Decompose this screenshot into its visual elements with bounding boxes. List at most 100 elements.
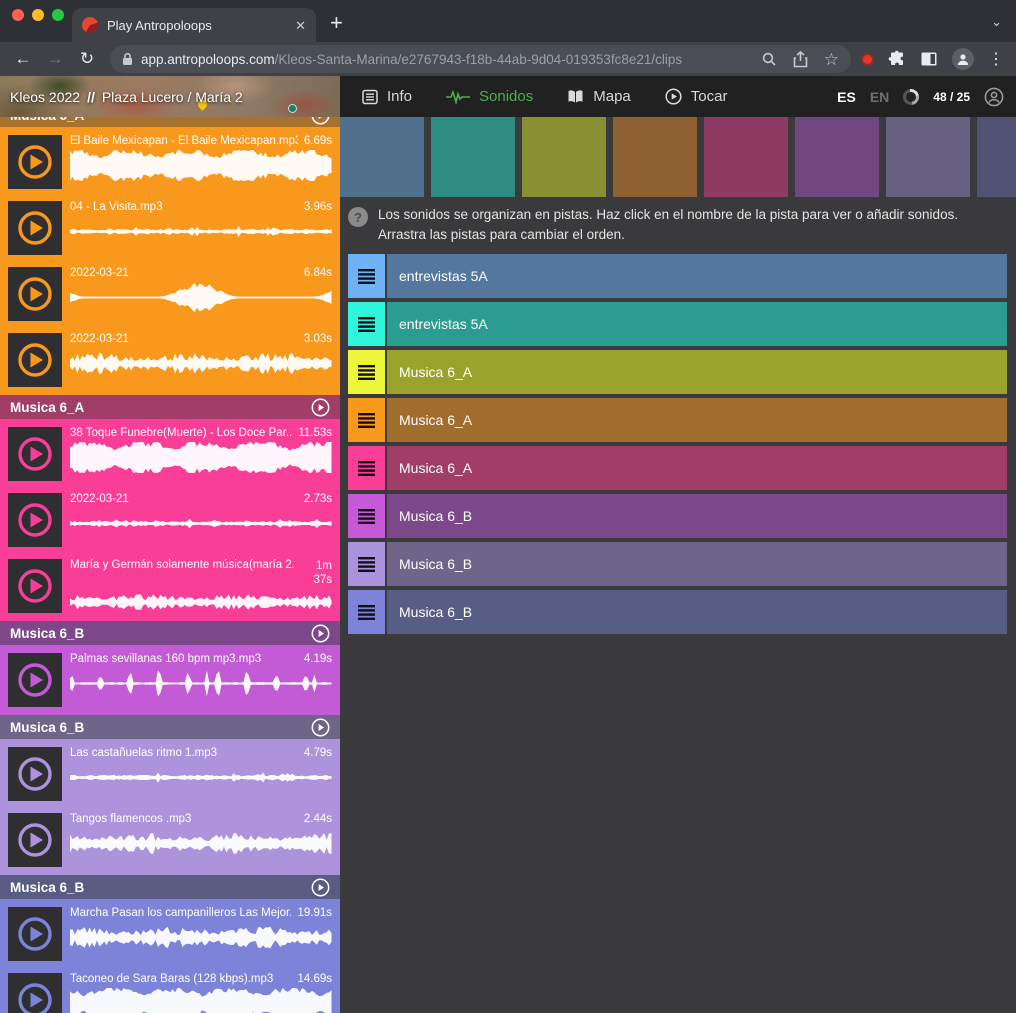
- track-drag-handle[interactable]: [348, 446, 385, 490]
- track-drag-handle[interactable]: [348, 350, 385, 394]
- track-section-header[interactable]: Musica 6_B: [0, 875, 340, 899]
- recording-indicator-icon[interactable]: [861, 53, 874, 66]
- tab-sonidos[interactable]: Sonidos: [446, 88, 533, 105]
- close-window-button[interactable]: [12, 9, 24, 21]
- track-name-button[interactable]: Musica 6_A: [387, 398, 1007, 442]
- track-row[interactable]: Musica 6_A: [348, 398, 1007, 442]
- clip-waveform: [70, 348, 332, 379]
- clip-item[interactable]: 2022-03-21 3.03s: [0, 327, 340, 393]
- browser-tab[interactable]: Play Antropoloops ✕: [72, 8, 316, 42]
- track-drag-handle[interactable]: [348, 590, 385, 634]
- track-row[interactable]: Musica 6_B: [348, 542, 1007, 586]
- clip-play-button[interactable]: [8, 559, 62, 613]
- track-color-swatch[interactable]: [340, 117, 424, 197]
- share-icon[interactable]: [793, 51, 808, 68]
- track-row[interactable]: entrevistas 5A: [348, 302, 1007, 346]
- url-domain: app.antropoloops.com: [141, 52, 275, 67]
- section-play-icon[interactable]: [311, 718, 330, 737]
- clip-play-button[interactable]: [8, 201, 62, 255]
- breadcrumb-page[interactable]: Plaza Lucero / María 2: [102, 89, 243, 105]
- track-drag-handle[interactable]: [348, 302, 385, 346]
- track-drag-handle[interactable]: [348, 542, 385, 586]
- tab-search-chevron-icon[interactable]: ⌄: [991, 14, 1002, 30]
- tab-close-icon[interactable]: ✕: [295, 19, 306, 32]
- profile-avatar[interactable]: [952, 48, 974, 70]
- track-row[interactable]: Musica 6_B: [348, 590, 1007, 634]
- side-panel-icon[interactable]: [920, 50, 938, 68]
- tab-info[interactable]: Info: [362, 88, 412, 105]
- clip-item[interactable]: El Baile Mexicapan - El Baile Mexicapan.…: [0, 129, 340, 195]
- track-drag-handle[interactable]: [348, 254, 385, 298]
- minimize-window-button[interactable]: [32, 9, 44, 21]
- track-row[interactable]: entrevistas 5A: [348, 254, 1007, 298]
- track-name-button[interactable]: Musica 6_A: [387, 446, 1007, 490]
- track-color-swatch[interactable]: [977, 117, 1016, 197]
- clip-play-button[interactable]: [8, 813, 62, 867]
- track-section-header[interactable]: Musica 6_B: [0, 621, 340, 645]
- clip-play-button[interactable]: [8, 747, 62, 801]
- clip-item[interactable]: Tangos flamencos .mp3 2.44s: [0, 807, 340, 873]
- section-play-icon[interactable]: [311, 624, 330, 643]
- track-row[interactable]: Musica 6_B: [348, 494, 1007, 538]
- clip-play-button[interactable]: [8, 493, 62, 547]
- tab-mapa[interactable]: Mapa: [567, 88, 631, 105]
- new-tab-button[interactable]: +: [330, 10, 343, 36]
- clip-play-button[interactable]: [8, 653, 62, 707]
- track-drag-handle[interactable]: [348, 398, 385, 442]
- reload-button[interactable]: ↻: [72, 49, 102, 69]
- back-button[interactable]: ←: [8, 49, 38, 69]
- track-color-swatch[interactable]: [795, 117, 879, 197]
- track-section-header[interactable]: Musica 6_B: [0, 715, 340, 739]
- track-section-header[interactable]: Musica 6_A: [0, 395, 340, 419]
- tab-tocar[interactable]: Tocar: [665, 88, 728, 105]
- track-name-button[interactable]: entrevistas 5A: [387, 302, 1007, 346]
- clip-main: María y Germán solamente música(maría 2.…: [70, 559, 332, 613]
- lang-en-button[interactable]: EN: [870, 89, 889, 105]
- clip-item[interactable]: 38 Toque Funebre(Muerte) - Los Doce Par.…: [0, 421, 340, 487]
- clip-play-button[interactable]: [8, 333, 62, 387]
- track-row[interactable]: Musica 6_A: [348, 350, 1007, 394]
- account-icon[interactable]: [984, 87, 1004, 107]
- clip-play-button[interactable]: [8, 973, 62, 1013]
- bookmark-star-icon[interactable]: ☆: [824, 51, 839, 68]
- track-name-button[interactable]: Musica 6_A: [387, 350, 1007, 394]
- track-color-swatch[interactable]: [886, 117, 970, 197]
- clip-item[interactable]: María y Germán solamente música(maría 2.…: [0, 553, 340, 619]
- magnifier-icon[interactable]: [761, 51, 777, 67]
- clip-item[interactable]: Marcha Pasan los campanilleros Las Mejor…: [0, 901, 340, 967]
- clip-item[interactable]: 2022-03-21 6.84s: [0, 261, 340, 327]
- breadcrumb-map-banner[interactable]: Kleos 2022//Plaza Lucero / María 2: [0, 76, 340, 117]
- section-play-icon[interactable]: [311, 398, 330, 417]
- breadcrumb-project[interactable]: Kleos 2022: [10, 89, 80, 105]
- clip-item[interactable]: Taconeo de Sara Baras (128 kbps).mp3 14.…: [0, 967, 340, 1013]
- clip-play-button[interactable]: [8, 907, 62, 961]
- lang-es-button[interactable]: ES: [837, 89, 856, 105]
- maximize-window-button[interactable]: [52, 9, 64, 21]
- menu-kebab-icon[interactable]: ⋮: [988, 49, 1004, 69]
- track-section-header[interactable]: Musica 6_A: [0, 117, 340, 127]
- track-name-button[interactable]: Musica 6_B: [387, 590, 1007, 634]
- clip-play-button[interactable]: [8, 427, 62, 481]
- clip-item[interactable]: 04 - La Visita.mp3 3.96s: [0, 195, 340, 261]
- track-color-swatch[interactable]: [522, 117, 606, 197]
- track-name-button[interactable]: entrevistas 5A: [387, 254, 1007, 298]
- track-color-swatch[interactable]: [704, 117, 788, 197]
- clip-item[interactable]: 2022-03-21 2.73s: [0, 487, 340, 553]
- clip-duration: 6.84s: [304, 267, 332, 279]
- section-play-icon[interactable]: [311, 117, 330, 125]
- extensions-puzzle-icon[interactable]: [888, 50, 906, 68]
- track-color-swatch[interactable]: [431, 117, 515, 197]
- clip-item[interactable]: Palmas sevillanas 160 bpm mp3.mp3 4.19s: [0, 647, 340, 713]
- forward-button[interactable]: →: [40, 49, 70, 69]
- clip-play-button[interactable]: [8, 135, 62, 189]
- track-drag-handle[interactable]: [348, 494, 385, 538]
- track-row[interactable]: Musica 6_A: [348, 446, 1007, 490]
- track-name-button[interactable]: Musica 6_B: [387, 542, 1007, 586]
- url-bar[interactable]: app.antropoloops.com/Kleos-Santa-Marina/…: [110, 45, 851, 73]
- clip-item[interactable]: Las castañuelas ritmo 1.mp3 4.79s: [0, 741, 340, 807]
- clip-play-button[interactable]: [8, 267, 62, 321]
- track-color-swatch[interactable]: [613, 117, 697, 197]
- section-play-icon[interactable]: [311, 878, 330, 897]
- clips-sidebar[interactable]: Musica 6_A El Baile Mexicapan - El Baile…: [0, 117, 340, 1013]
- track-name-button[interactable]: Musica 6_B: [387, 494, 1007, 538]
